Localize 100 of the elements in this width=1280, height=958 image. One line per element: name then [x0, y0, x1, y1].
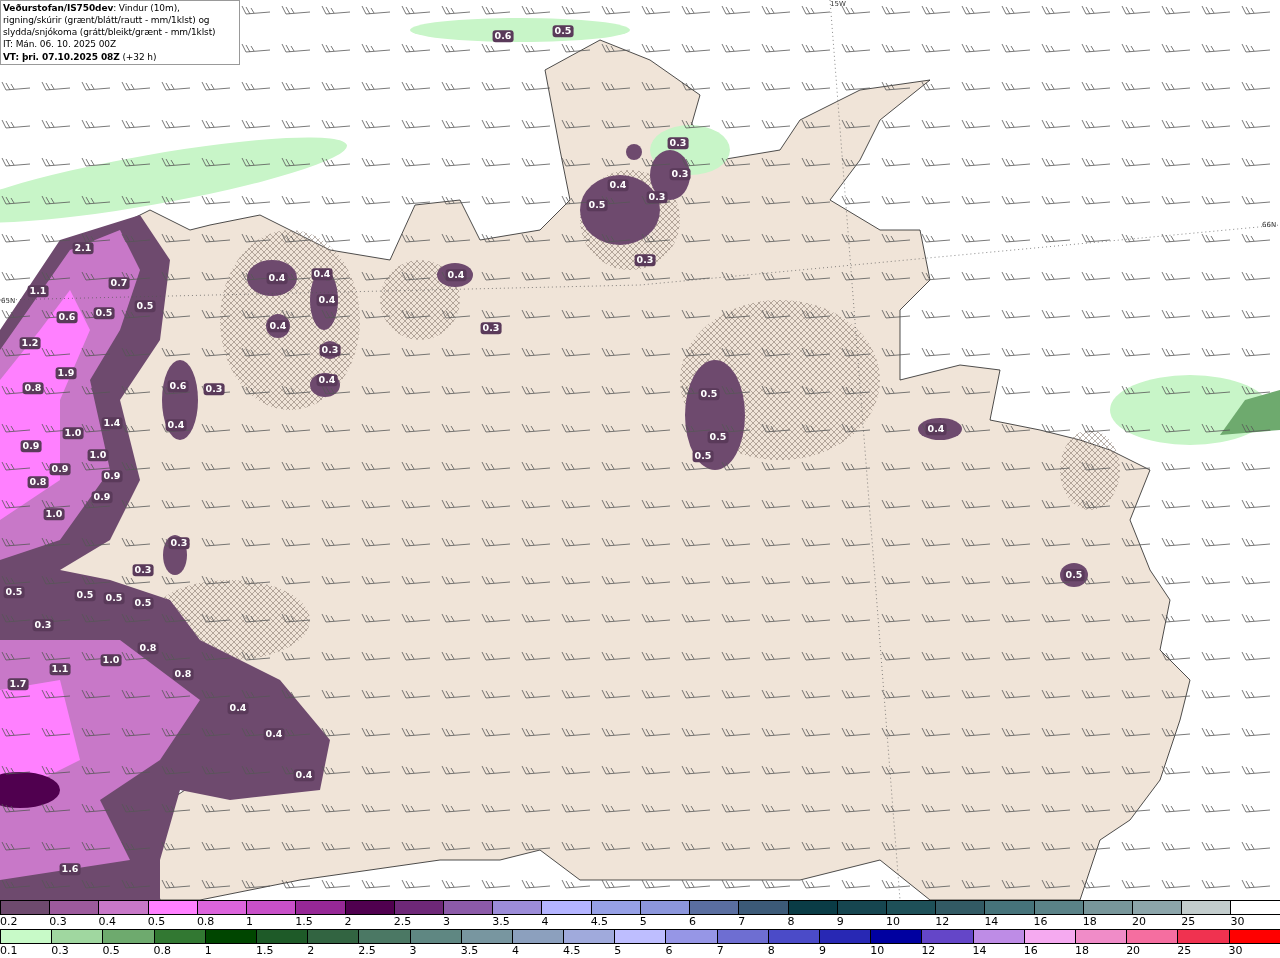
- precipitation-label: 0.5: [698, 388, 720, 400]
- precipitation-label: 0.5: [692, 450, 714, 462]
- precipitation-label: 0.3: [203, 383, 225, 395]
- legend-label: 0.8: [153, 944, 172, 957]
- legend-label: 2: [307, 944, 315, 957]
- legend-label: 4.5: [590, 915, 609, 928]
- legend-label: 20: [1132, 915, 1147, 928]
- legend-label: 30: [1230, 915, 1245, 928]
- precipitation-label: 0.3: [132, 564, 154, 576]
- precipitation-label: 0.8: [22, 382, 44, 394]
- precipitation-label: 0.4: [311, 268, 333, 280]
- legend-label: 25: [1177, 944, 1192, 957]
- precipitation-label: 0.8: [137, 642, 159, 654]
- precipitation-label: 0.4: [267, 320, 289, 332]
- precipitation-label: 1.0: [87, 449, 109, 461]
- legend-label: 8: [787, 915, 795, 928]
- legend-label: 14: [972, 944, 987, 957]
- precipitation-label: 0.3: [480, 322, 502, 334]
- precipitation-label: 0.8: [27, 476, 49, 488]
- precipitation-label: 1.9: [55, 367, 77, 379]
- title-text: Veðurstofan/IS750dev: Vindur (10m), rigning/skúrir (grænt/blátt/rautt - mm/1klst) og slydda/snjókoma (grátt/bleikt/grænt - mm/1klst): [3, 2, 217, 39]
- legend-label: 1.5: [255, 944, 274, 957]
- precipitation-label: 0.4: [165, 419, 187, 431]
- issue-time-text: IT: Mán. 06. 10. 2025 00Z: [3, 38, 117, 51]
- precipitation-label: 0.3: [669, 168, 691, 180]
- precipitation-label: 0.4: [227, 702, 249, 714]
- legend-label: 6: [689, 915, 697, 928]
- precipitation-label: 0.6: [492, 30, 514, 42]
- legend-label: 3: [409, 944, 417, 957]
- legend-label: 2: [344, 915, 352, 928]
- legend-label: 7: [738, 915, 746, 928]
- legend-label: 4: [541, 915, 549, 928]
- precipitation-label: 0.5: [132, 597, 154, 609]
- legend-label: 5: [614, 944, 622, 957]
- legend-label: 4: [511, 944, 519, 957]
- precipitation-label: 0.3: [634, 254, 656, 266]
- legend-label: 2.5: [393, 915, 412, 928]
- legend-label: 1: [204, 944, 212, 957]
- legend-label: 12: [921, 944, 936, 957]
- precipitation-label: 0.5: [103, 592, 125, 604]
- precipitation-label: 0.5: [1063, 569, 1085, 581]
- precipitation-label: 0.5: [3, 586, 25, 598]
- precipitation-label: 0.5: [74, 589, 96, 601]
- precipitation-label: 1.7: [7, 678, 29, 690]
- legend-label: 20: [1126, 944, 1141, 957]
- precipitation-label: 2.1: [72, 242, 94, 254]
- legend-label: 16: [1023, 944, 1038, 957]
- precipitation-label: 0.7: [108, 277, 130, 289]
- precipitation-label: 1.0: [43, 508, 65, 520]
- precipitation-label: 1.4: [101, 417, 123, 429]
- precipitation-label: 1.1: [27, 285, 49, 297]
- precipitation-label: 0.5: [134, 300, 156, 312]
- legend-label: 4.5: [563, 944, 581, 957]
- precipitation-label: 0.4: [445, 269, 467, 281]
- precipitation-label: 0.4: [266, 272, 288, 284]
- precipitation-label: 0.9: [20, 440, 42, 452]
- precipitation-label: 0.5: [93, 307, 115, 319]
- legend-label: 0.8: [196, 915, 215, 928]
- legend-label: 0.3: [51, 944, 69, 957]
- legend-label: 2.5: [358, 944, 376, 957]
- precipitation-label: 1.2: [19, 337, 41, 349]
- legend-label: 1: [246, 915, 254, 928]
- legend-label: 3: [442, 915, 450, 928]
- precipitation-label: 1.1: [49, 663, 71, 675]
- legend-label: 9: [819, 944, 826, 957]
- precipitation-label: 1.6: [59, 863, 81, 875]
- legend-label: 18: [1082, 915, 1097, 928]
- legend-label: 3.5: [460, 944, 479, 957]
- precipitation-label: 0.3: [168, 537, 190, 549]
- precipitation-label: 0.6: [56, 311, 78, 323]
- precipitation-label: 0.5: [586, 199, 608, 211]
- precipitation-label: 0.9: [91, 491, 113, 503]
- legend-label: 6: [665, 944, 673, 957]
- legend-label: 8: [767, 944, 775, 957]
- precipitation-label: 0.3: [646, 191, 668, 203]
- legend-label: 3.5: [492, 915, 510, 928]
- precipitation-label: 0.4: [316, 374, 338, 386]
- precipitation-label: 0.3: [667, 137, 689, 149]
- precipitation-label: 1.0: [62, 427, 84, 439]
- precipitation-label: 0.3: [319, 344, 341, 356]
- valid-time-text: VT: þri. 07.10.2025 08Z (+32 h): [3, 50, 158, 63]
- precipitation-label: 0.3: [32, 619, 54, 631]
- legend-label: 0.2: [0, 915, 18, 928]
- legend-label: 5: [639, 915, 647, 928]
- legend-label: 9: [836, 915, 844, 928]
- legend-label: 10: [885, 915, 900, 928]
- precipitation-label: 1.0: [100, 654, 122, 666]
- legend-label: 16: [1033, 915, 1048, 928]
- legend-label: 30: [1228, 944, 1243, 957]
- legend-label: 25: [1181, 915, 1196, 928]
- legend-label: 7: [716, 944, 724, 957]
- precipitation-label: 0.4: [607, 179, 629, 191]
- legend-label: 14: [984, 915, 999, 928]
- precipitation-label: 0.5: [552, 25, 574, 37]
- precipitation-label: 0.9: [101, 470, 123, 482]
- precipitation-label: 0.5: [707, 431, 729, 443]
- precipitation-label: 0.4: [293, 769, 315, 781]
- legend-label: 1.5: [295, 915, 313, 928]
- precipitation-label: 0.8: [172, 668, 194, 680]
- precipitation-label: 0.4: [263, 728, 285, 740]
